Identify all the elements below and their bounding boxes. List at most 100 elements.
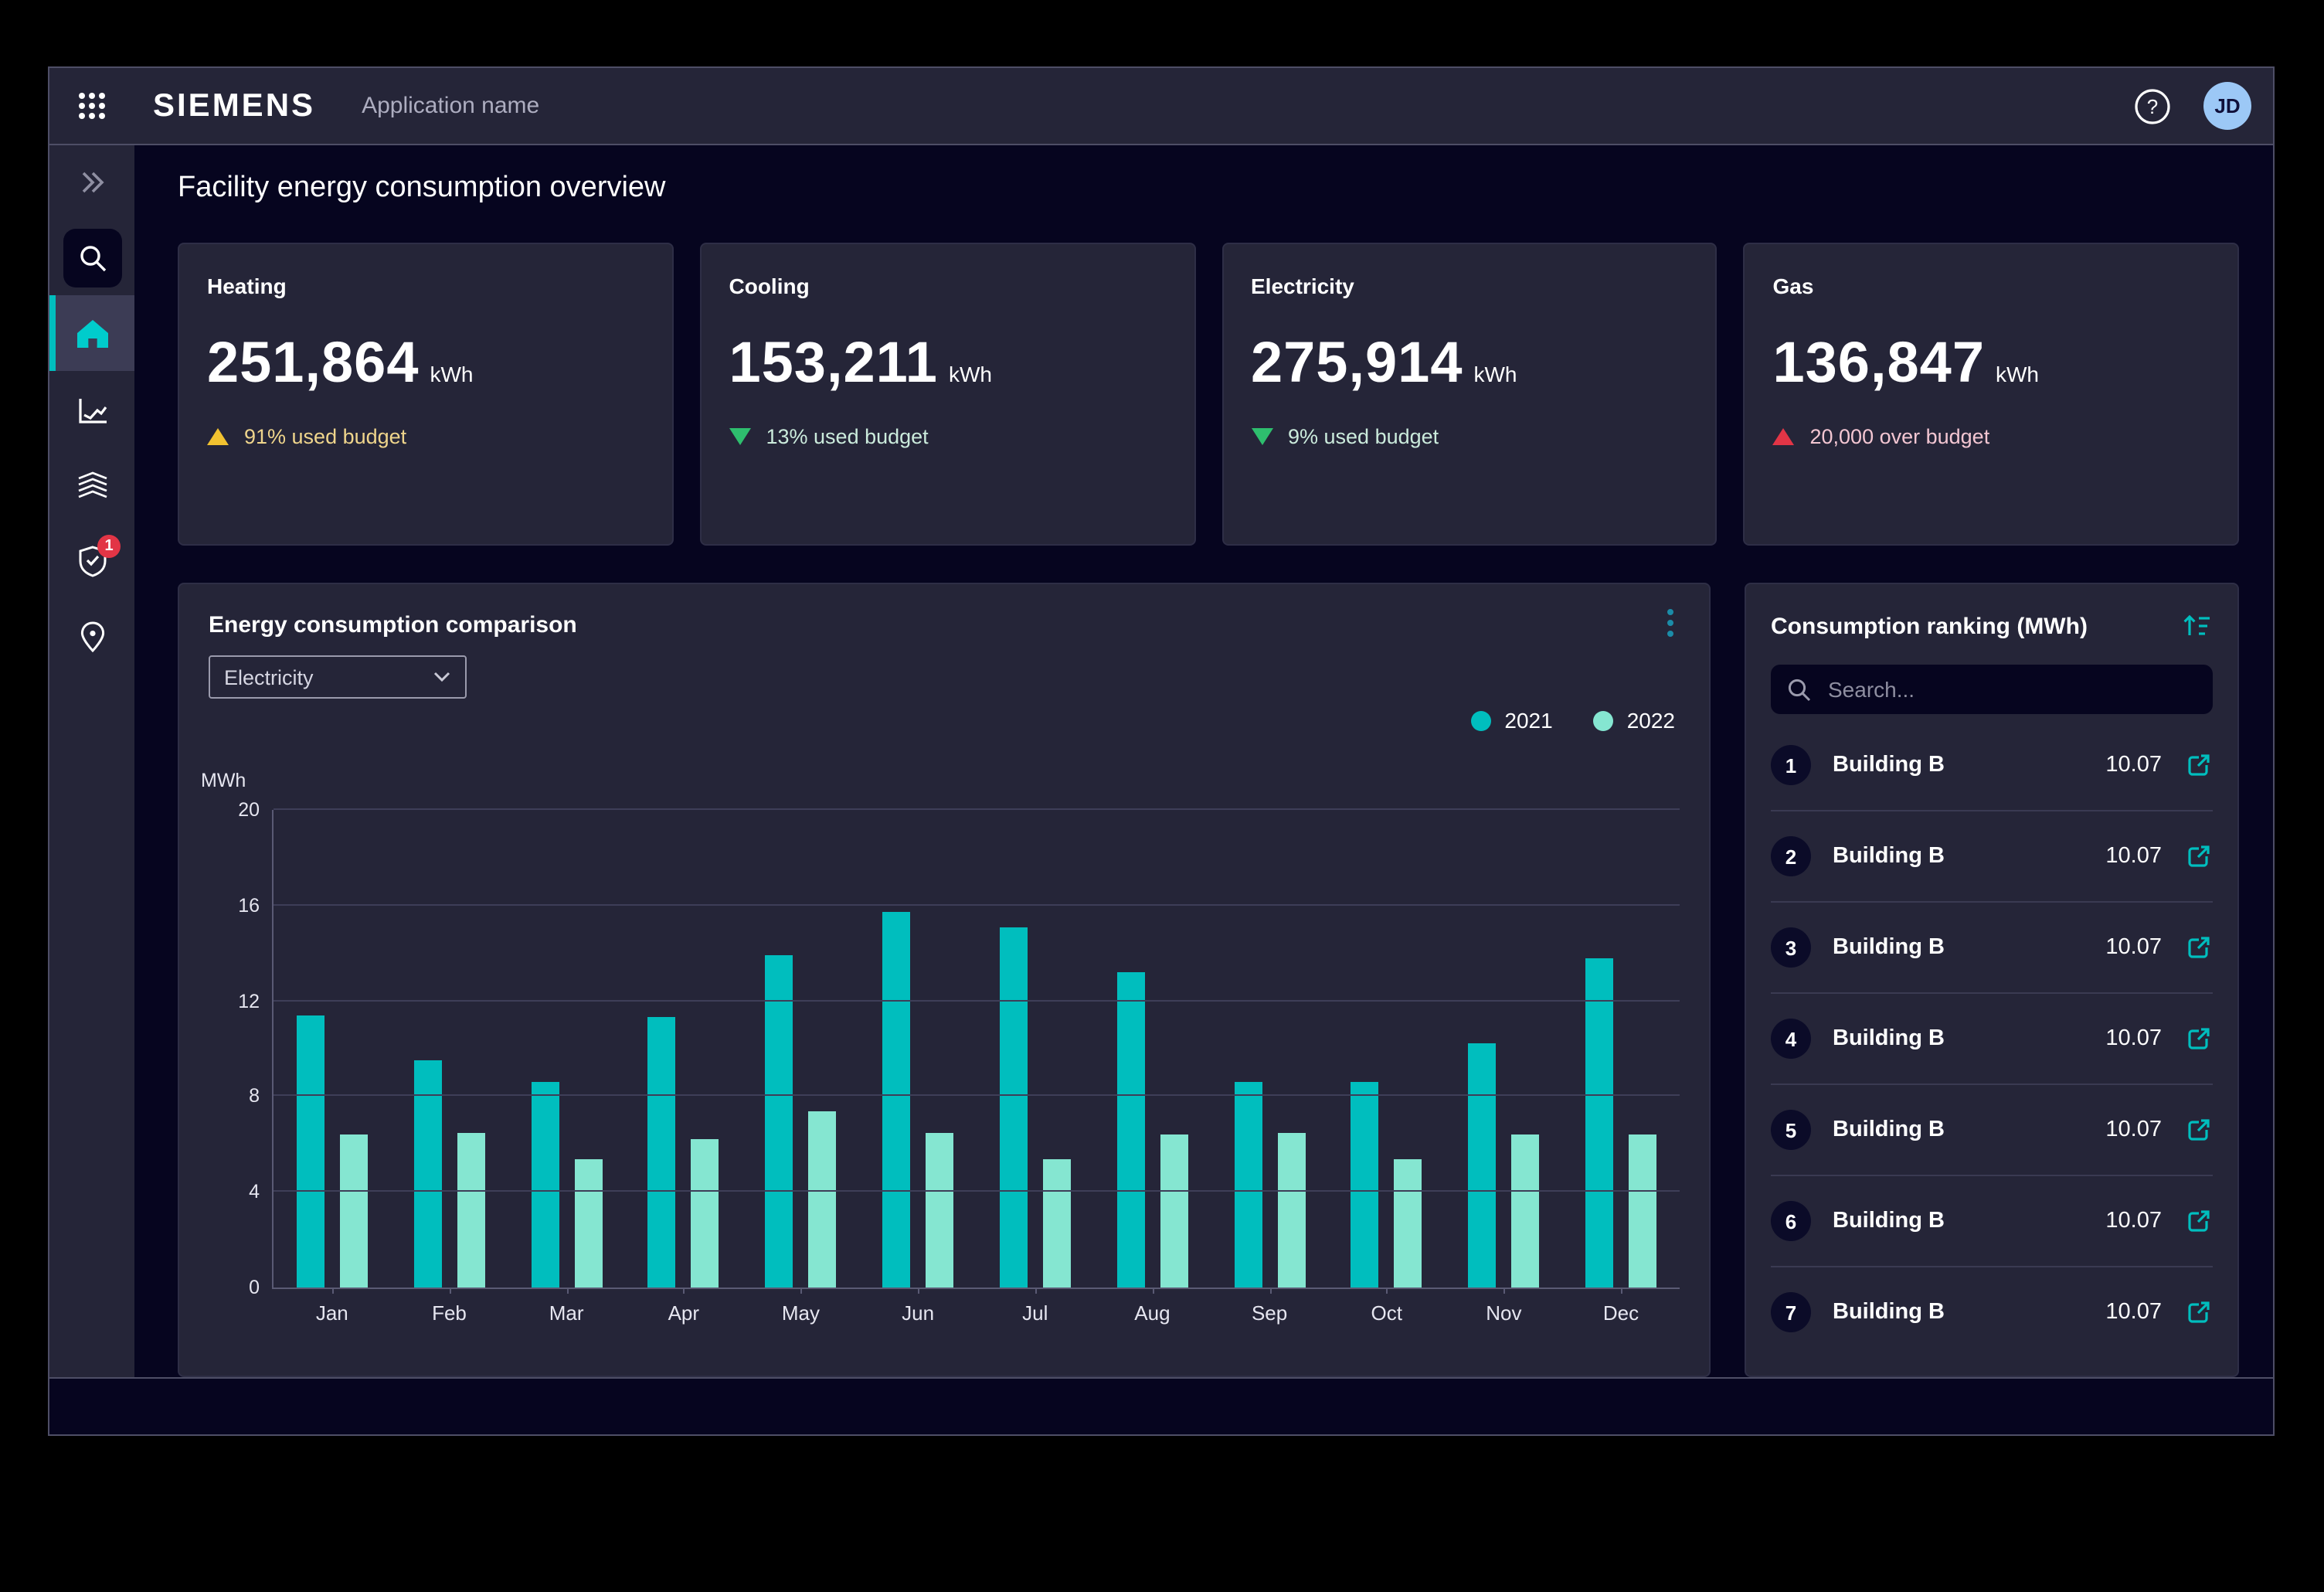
bar-2021-may[interactable]	[765, 956, 793, 1288]
consumption-value: 10.07	[2105, 935, 2162, 960]
ranking-row-6[interactable]: 6Building B10.07	[1771, 1176, 2213, 1267]
external-link-icon	[2185, 842, 2213, 870]
page-title: Facility energy consumption overview	[178, 172, 666, 206]
bar-2022-apr[interactable]	[691, 1139, 719, 1288]
x-tick-label: Oct	[1328, 1301, 1446, 1325]
bar-2021-mar[interactable]	[531, 1082, 559, 1288]
trend-down-triangle-icon	[729, 428, 751, 445]
sidebar-item-analytics[interactable]	[49, 371, 134, 447]
building-name: Building B	[1833, 1300, 2105, 1325]
gridline-20	[274, 808, 1680, 810]
open-details-button[interactable]	[2185, 1116, 2213, 1144]
bar-2021-jul[interactable]	[1000, 927, 1028, 1288]
sidebar-item-home[interactable]	[49, 295, 134, 371]
app-launcher-button[interactable]	[49, 91, 134, 121]
kpi-cards-row: Heating251,864kWh91% used budgetCooling1…	[178, 243, 2239, 546]
energy-comparison-card: Energy consumption comparison Electricit…	[178, 583, 1711, 1377]
bar-2022-mar[interactable]	[574, 1158, 602, 1288]
kpi-value-number: 275,914	[1251, 331, 1463, 396]
ranking-row-1[interactable]: 1Building B10.07	[1771, 720, 2213, 811]
bar-group-oct: Oct	[1328, 810, 1446, 1288]
sidebar-item-expand[interactable]	[49, 144, 134, 219]
application-name: Application name	[362, 93, 539, 119]
bar-2022-dec[interactable]	[1629, 1134, 1656, 1288]
kpi-value-unit: kWh	[1996, 362, 2039, 386]
rank-number-badge: 1	[1771, 745, 1811, 785]
open-details-button[interactable]	[2185, 751, 2213, 779]
external-link-icon	[2185, 1116, 2213, 1144]
user-avatar[interactable]: JD	[2203, 82, 2251, 130]
ranking-search-input[interactable]	[1825, 675, 2197, 703]
sidebar-nav: 1	[49, 144, 134, 1377]
consumption-ranking-card: Consumption ranking (MWh)	[1745, 583, 2239, 1377]
card-menu-button[interactable]	[1656, 606, 1684, 640]
bar-2021-dec[interactable]	[1585, 958, 1613, 1288]
bar-2021-jan[interactable]	[297, 1015, 324, 1288]
sidebar-item-search[interactable]	[49, 219, 134, 295]
bar-2022-jul[interactable]	[1043, 1158, 1071, 1288]
bar-2021-oct[interactable]	[1351, 1082, 1379, 1288]
building-name: Building B	[1833, 935, 2105, 960]
ranking-row-2[interactable]: 2Building B10.07	[1771, 811, 2213, 903]
ranking-row-3[interactable]: 3Building B10.07	[1771, 903, 2213, 994]
ranking-row-5[interactable]: 5Building B10.07	[1771, 1085, 2213, 1176]
consumption-value: 10.07	[2105, 1209, 2162, 1233]
open-details-button[interactable]	[2185, 1207, 2213, 1235]
kpi-value: 136,847kWh	[1773, 331, 2210, 396]
app-launcher-grid-icon	[77, 91, 107, 121]
bar-2022-may[interactable]	[808, 1111, 836, 1288]
bottom-row: Energy consumption comparison Electricit…	[178, 583, 2239, 1377]
trend-up-triangle-icon	[1773, 428, 1795, 445]
window-bottom-divider	[49, 1377, 2273, 1379]
x-tick-label: Mar	[508, 1301, 625, 1325]
bar-2022-oct[interactable]	[1395, 1158, 1422, 1288]
bar-2021-jun[interactable]	[882, 913, 910, 1288]
x-tick-label: Dec	[1562, 1301, 1680, 1325]
bar-2022-sep[interactable]	[1277, 1132, 1305, 1288]
sidebar-item-layers[interactable]	[49, 447, 134, 522]
bar-2021-sep[interactable]	[1234, 1082, 1262, 1288]
bar-group-jun: Jun	[859, 810, 977, 1288]
bar-group-apr: Apr	[625, 810, 742, 1288]
kpi-trend: 20,000 over budget	[1773, 425, 2210, 448]
kpi-trend-text: 91% used budget	[244, 425, 406, 448]
legend-entry-2022[interactable]: 2022	[1593, 708, 1675, 733]
bar-group-nov: Nov	[1446, 810, 1563, 1288]
sort-button[interactable]	[2179, 609, 2213, 643]
ranking-row-7[interactable]: 7Building B10.07	[1771, 1267, 2213, 1357]
open-details-button[interactable]	[2185, 1025, 2213, 1053]
energy-type-select[interactable]: Electricity	[209, 655, 467, 699]
kpi-label: Heating	[207, 274, 644, 298]
bar-2021-aug[interactable]	[1116, 972, 1144, 1288]
help-button[interactable]: ?	[2132, 86, 2173, 126]
open-details-button[interactable]	[2185, 842, 2213, 870]
open-details-button[interactable]	[2185, 1298, 2213, 1326]
external-link-icon	[2185, 1298, 2213, 1326]
kpi-card-gas: Gas136,847kWh20,000 over budget	[1744, 243, 2240, 546]
kpi-value: 153,211kWh	[729, 331, 1167, 396]
ranking-row-4[interactable]: 4Building B10.07	[1771, 994, 2213, 1085]
bar-2022-nov[interactable]	[1511, 1134, 1539, 1288]
bar-2021-apr[interactable]	[648, 1018, 676, 1288]
bar-2021-nov[interactable]	[1468, 1044, 1496, 1288]
legend-entry-2021[interactable]: 2021	[1470, 708, 1552, 733]
rank-number-badge: 4	[1771, 1019, 1811, 1059]
svg-text:?: ?	[2147, 94, 2158, 117]
top-bar: SIEMENS Application name ? JD	[49, 68, 2273, 145]
kpi-trend: 13% used budget	[729, 425, 1167, 448]
open-details-button[interactable]	[2185, 934, 2213, 961]
sidebar-item-compliance[interactable]: 1	[49, 522, 134, 598]
building-name: Building B	[1833, 1209, 2105, 1233]
sidebar-item-locations[interactable]	[49, 598, 134, 674]
gridline-4	[274, 1190, 1680, 1192]
layers-icon	[75, 469, 109, 500]
bar-2022-jun[interactable]	[926, 1132, 953, 1288]
gridline-12	[274, 999, 1680, 1001]
bar-2022-jan[interactable]	[340, 1134, 368, 1288]
search-icon	[76, 242, 107, 273]
bar-2022-feb[interactable]	[457, 1132, 484, 1288]
kpi-trend-text: 9% used budget	[1288, 425, 1439, 448]
legend-dot-2021	[1470, 710, 1490, 730]
bar-2022-aug[interactable]	[1160, 1134, 1187, 1288]
kpi-trend: 9% used budget	[1251, 425, 1688, 448]
